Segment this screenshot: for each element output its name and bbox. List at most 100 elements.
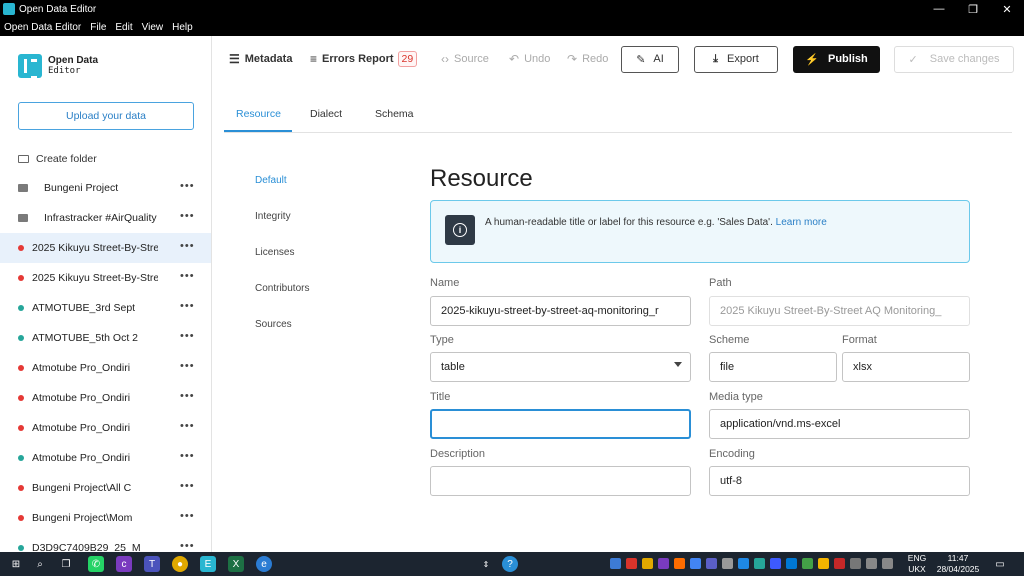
folder-icon <box>18 214 28 222</box>
more-options-icon[interactable]: ••• <box>180 180 195 192</box>
tab-schema[interactable]: Schema <box>375 108 414 120</box>
tray-app-icon[interactable] <box>690 558 701 569</box>
encoding-field[interactable]: utf-8 <box>709 466 970 496</box>
help-icon[interactable]: ? <box>502 556 518 572</box>
menu-file[interactable]: File <box>90 22 106 33</box>
battery-icon[interactable] <box>850 558 861 569</box>
sidebar-file-item[interactable]: Bungeni Project\All C ••• <box>0 473 211 503</box>
more-options-icon[interactable]: ••• <box>180 360 195 372</box>
nav-licenses[interactable]: Licenses <box>255 247 309 283</box>
tray-app-icon[interactable] <box>802 558 813 569</box>
chrome-icon[interactable]: ● <box>172 556 188 572</box>
more-options-icon[interactable]: ••• <box>180 270 195 282</box>
more-options-icon[interactable]: ••• <box>180 300 195 312</box>
sidebar-file-item[interactable]: ATMOTUBE_5th Oct 2 ••• <box>0 323 211 353</box>
learn-more-link[interactable]: Learn more <box>776 217 827 228</box>
more-options-icon[interactable]: ••• <box>180 420 195 432</box>
nav-sources[interactable]: Sources <box>255 319 309 355</box>
bluetooth-icon[interactable] <box>770 558 781 569</box>
menu-app[interactable]: Open Data Editor <box>4 22 81 33</box>
redo-button[interactable]: ↷ Redo <box>567 52 608 66</box>
close-button[interactable]: ✕ <box>990 3 1024 16</box>
more-options-icon[interactable]: ••• <box>180 210 195 222</box>
save-changes-button[interactable]: ✓ Save changes <box>894 45 1014 73</box>
sidebar-item-label: Infrastracker #AirQuality <box>44 212 157 224</box>
more-options-icon[interactable]: ••• <box>180 540 195 552</box>
taskbar: ⊞ ⌕ ❐ ✆ c T ● E X e ⇕ ? ENG UKX 11:47 28… <box>0 552 1024 576</box>
name-field[interactable]: 2025-kikuyu-street-by-street-aq-monitori… <box>430 296 691 326</box>
whatsapp-icon[interactable]: ✆ <box>88 556 104 572</box>
tray-app-icon[interactable] <box>722 558 733 569</box>
sidebar-file-item[interactable]: Atmotube Pro_Ondiri ••• <box>0 353 211 383</box>
description-field[interactable] <box>430 466 691 496</box>
more-options-icon[interactable]: ••• <box>180 450 195 462</box>
more-options-icon[interactable]: ••• <box>180 510 195 522</box>
wifi-icon[interactable] <box>866 558 877 569</box>
sidebar-file-item[interactable]: ATMOTUBE_3rd Sept ••• <box>0 293 211 323</box>
tray-app-icon[interactable] <box>706 558 717 569</box>
more-options-icon[interactable]: ••• <box>180 240 195 252</box>
create-folder-button[interactable]: Create folder <box>18 153 97 165</box>
more-options-icon[interactable]: ••• <box>180 390 195 402</box>
sidebar-file-item[interactable]: 2025 Kikuyu Street-By-Street ••• <box>0 233 211 263</box>
tab-resource[interactable]: Resource <box>236 108 281 120</box>
onenote-icon[interactable] <box>658 558 669 569</box>
menu-help[interactable]: Help <box>172 22 193 33</box>
tray-app-icon[interactable] <box>834 558 845 569</box>
source-button[interactable]: ‹› Source <box>441 52 489 66</box>
teams-icon[interactable]: T <box>144 556 160 572</box>
sidebar-folder-item[interactable]: Bungeni Project ••• <box>0 173 211 203</box>
search-icon[interactable]: ⌕ <box>32 556 48 572</box>
taskbar-scroll-icon[interactable]: ⇕ <box>478 556 494 572</box>
tray-app-icon[interactable] <box>738 558 749 569</box>
windows-start-icon[interactable]: ⊞ <box>8 556 24 572</box>
browser-icon[interactable]: e <box>256 556 272 572</box>
menu-edit[interactable]: Edit <box>115 22 132 33</box>
tray-app-icon[interactable] <box>674 558 685 569</box>
type-select[interactable]: table <box>430 352 691 382</box>
excel-icon[interactable]: X <box>228 556 244 572</box>
tray-app-icon[interactable] <box>818 558 829 569</box>
sidebar-file-item[interactable]: Atmotube Pro_Ondiri ••• <box>0 413 211 443</box>
tray-app-icon[interactable] <box>754 558 765 569</box>
sidebar-file-item[interactable]: 2025 Kikuyu Street-By-Street ••• <box>0 263 211 293</box>
tray-app-icon[interactable] <box>610 558 621 569</box>
more-options-icon[interactable]: ••• <box>180 330 195 342</box>
sidebar-file-item[interactable]: Atmotube Pro_Ondiri ••• <box>0 383 211 413</box>
export-button[interactable]: ⤓ Export <box>694 45 778 73</box>
title-field[interactable] <box>430 409 691 439</box>
tray-app-icon[interactable] <box>626 558 637 569</box>
menu-view[interactable]: View <box>142 22 164 33</box>
notifications-icon[interactable]: ▭ <box>992 556 1008 572</box>
scheme-field[interactable]: file <box>709 352 837 382</box>
metadata-button[interactable]: ☰ Metadata <box>229 52 292 66</box>
nav-default[interactable]: Default <box>255 175 309 211</box>
publish-button[interactable]: ⚡ Publish <box>793 45 880 73</box>
volume-icon[interactable] <box>882 558 893 569</box>
logo-line2: Editor <box>48 66 81 76</box>
undo-button[interactable]: ↶ Undo <box>509 52 550 66</box>
sidebar-file-item[interactable]: Bungeni Project\Mom ••• <box>0 503 211 533</box>
more-options-icon[interactable]: ••• <box>180 480 195 492</box>
sidebar-file-item[interactable]: Atmotube Pro_Ondiri ••• <box>0 443 211 473</box>
minimize-button[interactable]: — <box>922 3 956 15</box>
sidebar-folder-item[interactable]: Infrastracker #AirQuality ••• <box>0 203 211 233</box>
nav-integrity[interactable]: Integrity <box>255 211 309 247</box>
clock[interactable]: 11:47 28/04/2025 <box>930 553 986 575</box>
tray-app-icon[interactable] <box>642 558 653 569</box>
language-indicator[interactable]: ENG UKX <box>904 553 930 575</box>
restore-button[interactable]: ❐ <box>956 3 990 16</box>
tray-app-icon[interactable] <box>786 558 797 569</box>
sidebar-file-item[interactable]: D3D9C7409B29_25_M ••• <box>0 533 211 552</box>
export-label: Export <box>727 53 759 65</box>
ai-button[interactable]: ✎ AI <box>621 45 679 73</box>
mediatype-field[interactable]: application/vnd.ms-excel <box>709 409 970 439</box>
tab-dialect[interactable]: Dialect <box>310 108 342 120</box>
format-field[interactable]: xlsx <box>842 352 970 382</box>
app-c-icon[interactable]: c <box>116 556 132 572</box>
open-data-editor-taskbar-icon[interactable]: E <box>200 556 216 572</box>
upload-data-button[interactable]: Upload your data <box>18 102 194 130</box>
nav-contributors[interactable]: Contributors <box>255 283 309 319</box>
errors-report-button[interactable]: ≡ Errors Report 29 <box>310 51 418 67</box>
task-view-icon[interactable]: ❐ <box>58 556 74 572</box>
